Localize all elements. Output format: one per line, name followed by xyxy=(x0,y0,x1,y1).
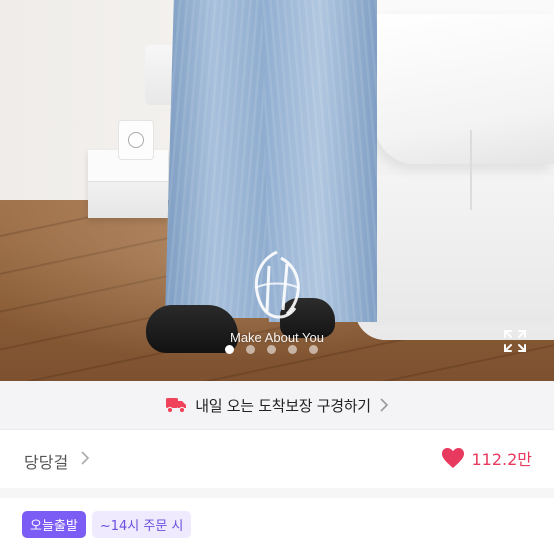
carousel-dot[interactable] xyxy=(246,345,255,354)
carousel-dot[interactable] xyxy=(267,345,276,354)
today-shipping-badge: 오늘출발 xyxy=(22,511,86,538)
likes[interactable]: 112.2만 xyxy=(441,446,532,470)
watermark-logo-icon xyxy=(254,250,300,319)
chevron-right-icon[interactable] xyxy=(80,451,90,465)
bed-seam xyxy=(470,130,472,210)
candle-label xyxy=(128,132,144,148)
bed-duvet xyxy=(375,14,554,164)
expand-icon[interactable] xyxy=(503,329,527,353)
section-divider xyxy=(0,488,554,498)
carousel-dot[interactable] xyxy=(288,345,297,354)
likes-count: 112.2만 xyxy=(471,450,532,469)
carousel-indicator xyxy=(225,345,318,354)
product-image[interactable]: Make About You xyxy=(0,0,554,381)
heart-icon[interactable] xyxy=(441,447,465,469)
banner-text: 내일 오는 도착보장 구경하기 xyxy=(195,396,371,415)
watermark-text: Make About You xyxy=(230,330,324,345)
carousel-dot[interactable] xyxy=(309,345,318,354)
seller-name[interactable]: 당당걸 xyxy=(24,449,68,473)
order-cutoff-badge: ~14시 주문 시 xyxy=(91,511,192,538)
shipping-info: 오늘출발 ~14시 주문 시 xyxy=(22,511,192,538)
seller-row[interactable]: 당당걸 112.2만 xyxy=(0,430,554,488)
bed-base xyxy=(360,175,554,325)
chevron-right-icon xyxy=(380,398,388,412)
carousel-dot[interactable] xyxy=(225,345,234,354)
truck-icon xyxy=(166,398,187,414)
delivery-guarantee-banner[interactable]: 내일 오는 도착보장 구경하기 xyxy=(0,381,554,429)
